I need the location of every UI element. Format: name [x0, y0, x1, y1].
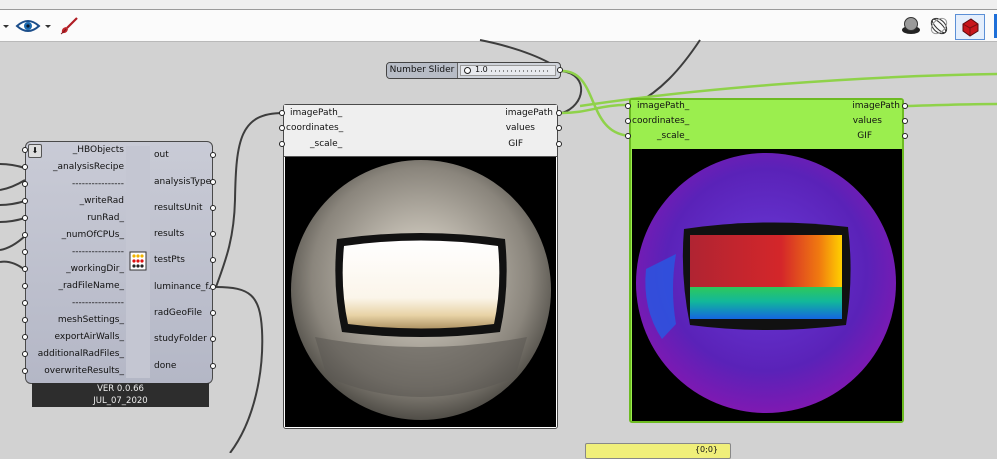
- input-port[interactable]: [22, 283, 28, 289]
- output-port[interactable]: [210, 179, 216, 185]
- output-label: out: [154, 150, 169, 160]
- input-label: overwriteResults_: [44, 366, 124, 376]
- input-port[interactable]: [625, 133, 631, 139]
- output-port[interactable]: [902, 118, 908, 124]
- slider-knob[interactable]: [464, 67, 471, 74]
- input-port[interactable]: [22, 351, 28, 357]
- output-port[interactable]: [902, 133, 908, 139]
- input-label: _analysisRecipe: [52, 162, 124, 172]
- input-label: additionalRadFiles_: [37, 349, 124, 359]
- output-label: studyFolder: [154, 334, 207, 344]
- input-port[interactable]: [279, 141, 285, 147]
- output-label: imagePath: [505, 108, 553, 118]
- input-label: _scale_: [657, 131, 690, 141]
- collapse-arrow-icon[interactable]: ⬇: [28, 144, 42, 158]
- input-port[interactable]: [22, 317, 28, 323]
- input-label: exportAirWalls_: [54, 332, 124, 342]
- input-port[interactable]: [625, 103, 631, 109]
- input-label: _numOfCPUs_: [61, 230, 124, 240]
- slider-value: 1.0: [475, 65, 488, 74]
- input-label: imagePath_: [290, 108, 343, 118]
- input-port[interactable]: [22, 215, 28, 221]
- input-label: ----------------: [72, 247, 124, 257]
- output-port[interactable]: [210, 152, 216, 158]
- input-label: runRad_: [87, 213, 124, 223]
- slider-ticks: [491, 70, 551, 72]
- input-port[interactable]: [22, 164, 28, 170]
- honeybee-run-component[interactable]: ⬇ _HBObjects _analysisRecipe -----------…: [25, 141, 217, 384]
- input-port[interactable]: [22, 300, 28, 306]
- input-port[interactable]: [22, 368, 28, 374]
- input-label: _writeRad: [79, 196, 124, 206]
- input-port[interactable]: [625, 118, 631, 124]
- output-port[interactable]: [902, 103, 908, 109]
- wire: [215, 112, 284, 288]
- selected-wire: [906, 102, 997, 108]
- output-label: luminance_f...: [154, 282, 217, 292]
- output-port[interactable]: [557, 67, 563, 73]
- input-label: coordinates_: [632, 116, 690, 126]
- component-header: imagePath_ coordinates_ _scale_ imagePat…: [284, 105, 557, 157]
- input-label: ----------------: [72, 179, 124, 189]
- version-text: VER 0.0.66: [97, 384, 144, 394]
- slider-label: Number Slider: [387, 63, 458, 78]
- input-port[interactable]: [22, 266, 28, 272]
- output-label: done: [154, 361, 177, 371]
- input-port[interactable]: [22, 181, 28, 187]
- output-label: values: [852, 116, 882, 126]
- honeybee-logo-icon: [128, 250, 148, 272]
- input-label: coordinates_: [286, 123, 344, 133]
- input-label: _HBObjects: [72, 145, 124, 155]
- output-port[interactable]: [556, 125, 562, 131]
- input-label: _radFileName_: [58, 281, 124, 291]
- input-port[interactable]: [22, 147, 28, 153]
- output-label: testPts: [154, 255, 185, 265]
- input-label: _scale_: [310, 139, 343, 149]
- input-port[interactable]: [279, 125, 285, 131]
- wire: [0, 235, 26, 251]
- output-port[interactable]: [210, 310, 216, 316]
- output-label: GIF: [857, 131, 872, 141]
- false-color-luminance-image: [632, 149, 902, 421]
- version-date: JUL_07_2020: [93, 396, 148, 406]
- input-label: imagePath_: [637, 101, 690, 111]
- output-port[interactable]: [210, 284, 216, 290]
- input-label: ----------------: [72, 298, 124, 308]
- input-label: _workingDir_: [66, 264, 124, 274]
- output-port[interactable]: [556, 141, 562, 147]
- panel-component[interactable]: {0;0}: [585, 443, 731, 459]
- output-label: GIF: [508, 139, 523, 149]
- output-label: imagePath: [852, 101, 900, 111]
- wire: [631, 39, 701, 107]
- slider-track[interactable]: 1.0: [460, 65, 556, 76]
- output-port[interactable]: [210, 205, 216, 211]
- output-label: results: [154, 229, 185, 239]
- component-header: imagePath_ coordinates_ _scale_ imagePat…: [631, 100, 902, 148]
- input-port[interactable]: [22, 232, 28, 238]
- output-label: resultsUnit: [154, 203, 203, 213]
- input-port[interactable]: [22, 334, 28, 340]
- number-slider[interactable]: Number Slider 1.0: [386, 62, 561, 79]
- input-port[interactable]: [22, 249, 28, 255]
- output-port[interactable]: [210, 336, 216, 342]
- output-label: values: [505, 123, 535, 133]
- output-label: radGeoFile: [154, 308, 203, 318]
- input-port[interactable]: [279, 110, 285, 116]
- wire: [215, 286, 264, 453]
- input-label: meshSettings_: [57, 315, 124, 325]
- output-label: analysisType: [154, 177, 212, 187]
- image-viewer-component-selected[interactable]: imagePath_ coordinates_ _scale_ imagePat…: [629, 98, 904, 423]
- input-port[interactable]: [22, 198, 28, 204]
- output-port[interactable]: [210, 257, 216, 263]
- image-viewer-component[interactable]: imagePath_ coordinates_ _scale_ imagePat…: [283, 104, 558, 429]
- version-badge: VER 0.0.66 JUL_07_2020: [32, 383, 209, 407]
- output-port[interactable]: [210, 231, 216, 237]
- output-port[interactable]: [556, 110, 562, 116]
- output-port[interactable]: [210, 363, 216, 369]
- luminance-fisheye-image: [285, 157, 556, 427]
